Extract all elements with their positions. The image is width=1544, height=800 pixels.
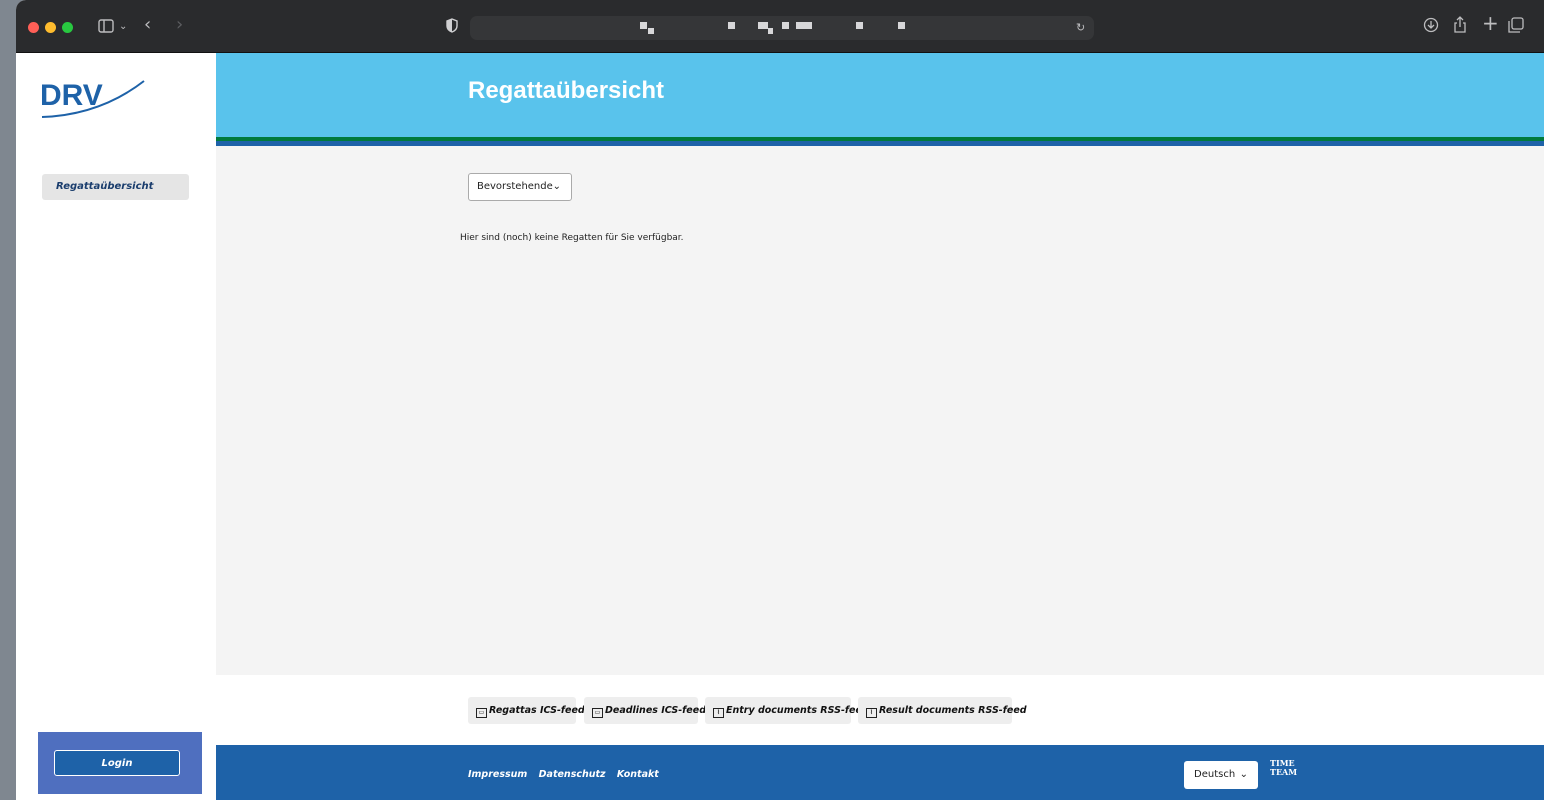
login-highlight: Login (38, 732, 202, 794)
empty-state-message: Hier sind (noch) keine Regatten für Sie … (460, 233, 684, 243)
regattas-ics-feed-link[interactable]: ▭ Regattas ICS-feed (468, 697, 585, 724)
redacted-block (758, 22, 768, 29)
calendar-icon: ▭ (476, 708, 487, 718)
redacted-block (768, 28, 773, 34)
redacted-block (856, 22, 863, 29)
footer-links: Impressum Datenschutz Kontakt (468, 769, 667, 780)
chevron-down-icon: ⌄ (1239, 769, 1248, 780)
sidebar-item-regattauebersicht[interactable]: Regattaübersicht (42, 174, 189, 200)
tabs-icon[interactable] (1508, 17, 1524, 37)
footer-link-impressum[interactable]: Impressum (468, 769, 527, 780)
redacted-block (648, 28, 654, 34)
download-icon[interactable] (1423, 17, 1439, 37)
browser-window: ⌄ ‹ › ↻ + DRV Regattaübersicht Login Reg… (16, 0, 1544, 800)
page-footer: Impressum Datenschutz Kontakt Deutsch ⌄ … (216, 745, 1544, 800)
regatta-filter-select[interactable]: Bevorstehende ⌄ (468, 173, 572, 201)
new-tab-icon[interactable]: + (1482, 13, 1499, 33)
sidebar: DRV Regattaübersicht Login (16, 53, 216, 800)
entry-documents-rss-feed-link[interactable]: ⌇ Entry documents RSS-feed (705, 697, 869, 724)
shield-icon (446, 18, 458, 37)
footer-link-datenschutz[interactable]: Datenschutz (539, 769, 606, 780)
redacted-block (898, 22, 905, 29)
minimize-window-button[interactable] (45, 22, 56, 33)
feed-label: Deadlines ICS-feed (605, 705, 706, 716)
main-content: Bevorstehende ⌄ Hier sind (noch) keine R… (216, 146, 1544, 675)
page-title: Regattaübersicht (468, 77, 665, 104)
partner-logo-line2: TEAM (1270, 767, 1298, 777)
chevron-down-icon: ⌄ (552, 181, 561, 192)
login-button[interactable]: Login (54, 750, 180, 776)
language-select[interactable]: Deutsch ⌄ (1184, 761, 1258, 789)
feed-label: Result documents RSS-feed (879, 705, 1027, 716)
page-header: Regattaübersicht (216, 53, 1544, 137)
result-documents-rss-feed-link[interactable]: ⌇ Result documents RSS-feed (858, 697, 1027, 724)
redacted-block (782, 22, 789, 29)
zoom-window-button[interactable] (62, 22, 73, 33)
feed-label: Regattas ICS-feed (489, 705, 585, 716)
calendar-icon: ▭ (592, 708, 603, 718)
redacted-block (796, 22, 812, 29)
back-icon[interactable]: ‹ (144, 16, 151, 34)
share-icon[interactable] (1453, 16, 1467, 38)
browser-toolbar: ⌄ ‹ › ↻ + (16, 0, 1544, 53)
language-selected-value: Deutsch (1194, 769, 1236, 780)
rss-icon: ⌇ (866, 708, 877, 718)
redacted-block (728, 22, 735, 29)
drv-logo[interactable]: DRV (40, 73, 150, 123)
reload-icon[interactable]: ↻ (1076, 20, 1085, 36)
redacted-block (640, 22, 647, 29)
filter-selected-value: Bevorstehende (477, 181, 553, 192)
web-page: DRV Regattaübersicht Login Regattaübersi… (16, 53, 1544, 800)
chevron-down-icon[interactable]: ⌄ (119, 19, 127, 35)
sidebar-icon[interactable] (98, 19, 114, 37)
address-bar[interactable]: ↻ (470, 16, 1094, 40)
rss-icon: ⌇ (713, 708, 724, 718)
feed-label: Entry documents RSS-feed (726, 705, 869, 716)
close-window-button[interactable] (28, 22, 39, 33)
deadlines-ics-feed-link[interactable]: ▭ Deadlines ICS-feed (584, 697, 706, 724)
footer-link-kontakt[interactable]: Kontakt (617, 769, 659, 780)
forward-icon[interactable]: › (176, 16, 183, 34)
time-team-logo[interactable]: TIME TEAM (1270, 759, 1297, 777)
